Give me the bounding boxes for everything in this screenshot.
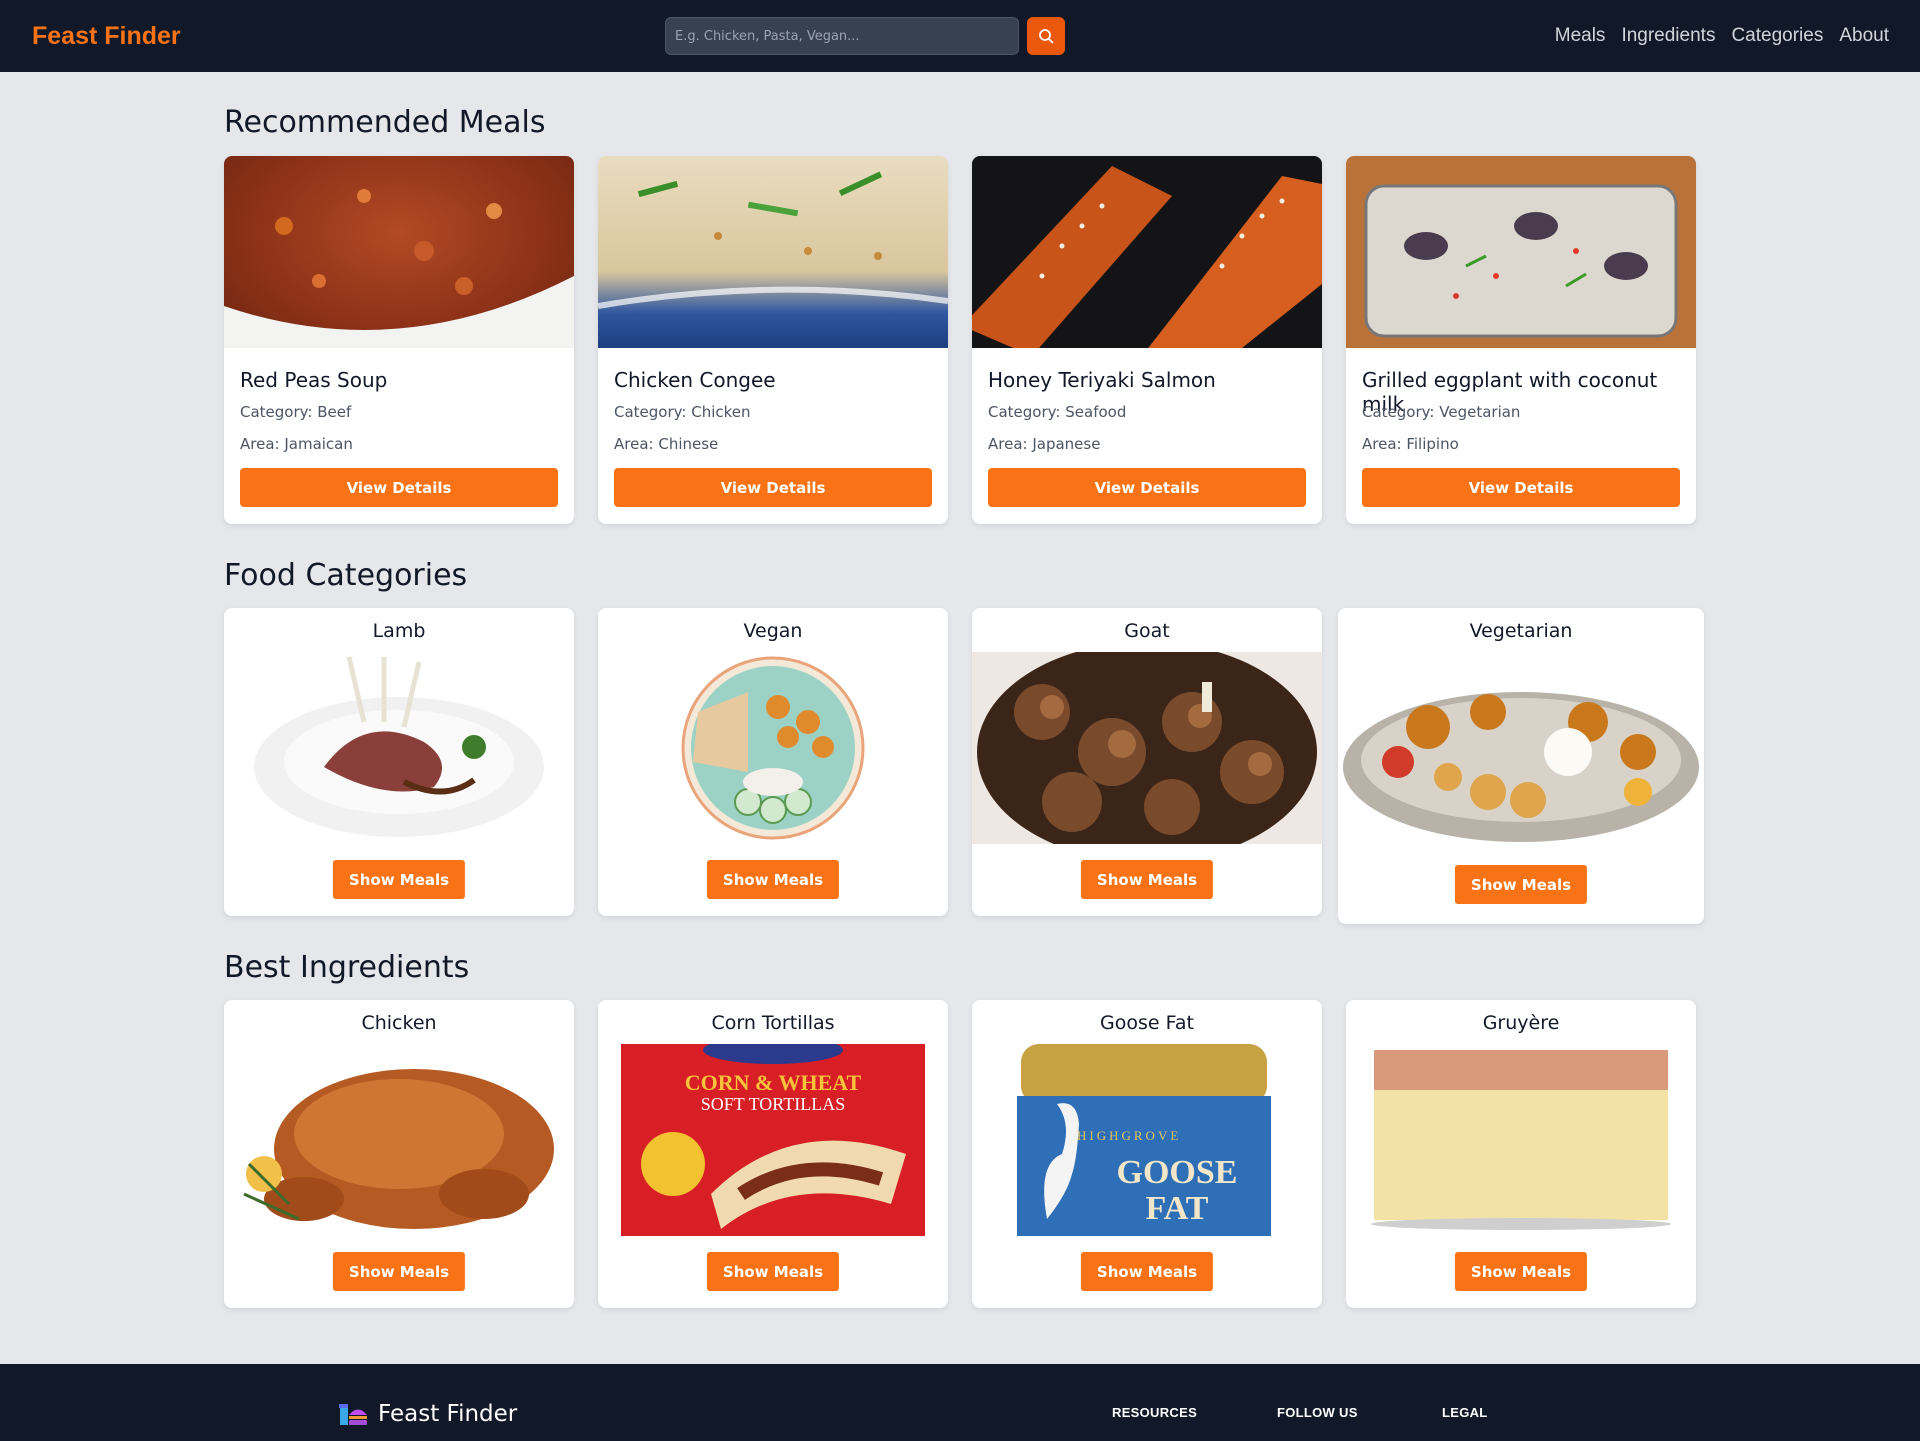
ingredient-image — [1346, 1044, 1696, 1236]
show-meals-button[interactable]: Show Meals — [1080, 1252, 1214, 1291]
meal-category: Category: Vegetarian — [1362, 403, 1521, 421]
ingredient-name: Goose Fat — [1100, 1012, 1194, 1034]
tortilla-title: CORN & WHEAT — [684, 1070, 862, 1095]
show-meals-button[interactable]: Show Meals — [706, 860, 840, 899]
meal-card: Chicken Congee Category: Chicken Area: C… — [598, 156, 948, 524]
nav-link-meals[interactable]: Meals — [1555, 25, 1606, 47]
ingredient-name: Corn Tortillas — [711, 1012, 835, 1034]
meal-area: Area: Japanese — [988, 435, 1101, 453]
meal-name: Red Peas Soup — [240, 368, 388, 392]
brand-logo[interactable]: Feast Finder — [32, 22, 181, 51]
meal-category: Category: Beef — [240, 403, 352, 421]
meal-area: Area: Chinese — [614, 435, 719, 453]
meal-category: Category: Chicken — [614, 403, 751, 421]
meal-card: Honey Teriyaki Salmon Category: Seafood … — [972, 156, 1322, 524]
meal-area: Area: Jamaican — [240, 435, 353, 453]
footer-brand[interactable]: Feast Finder — [336, 1400, 517, 1428]
show-meals-button[interactable]: Show Meals — [706, 1252, 840, 1291]
show-meals-button[interactable]: Show Meals — [1080, 860, 1214, 899]
ingredient-card: Corn Tortillas CORN & WHEAT SOFT TORTILL… — [598, 1000, 948, 1308]
footer-heading-resources: RESOURCES — [1112, 1405, 1198, 1420]
footer-heading-follow-us: FOLLOW US — [1277, 1405, 1358, 1420]
meal-name: Chicken Congee — [614, 368, 776, 392]
meal-card: Grilled eggplant with coconut milk Categ… — [1346, 156, 1696, 524]
ingredient-card: Goose Fat HIGHGROVE GOOSE FAT Show Meals — [972, 1000, 1322, 1308]
meal-name: Honey Teriyaki Salmon — [988, 368, 1216, 392]
meal-image — [972, 156, 1322, 348]
nav-link-about[interactable]: About — [1839, 25, 1889, 47]
show-meals-button[interactable]: Show Meals — [1454, 1252, 1588, 1291]
tortilla-subtitle: SOFT TORTILLAS — [700, 1094, 846, 1114]
footer: Feast Finder RESOURCES FOLLOW US LEGAL — [0, 1364, 1920, 1441]
goose-fat-title-2: FAT — [1145, 1190, 1209, 1227]
meal-image — [1346, 156, 1696, 348]
search-icon — [1039, 29, 1054, 44]
category-name: Goat — [1124, 620, 1170, 642]
nav-link-ingredients[interactable]: Ingredients — [1621, 25, 1715, 47]
footer-brand-text: Feast Finder — [378, 1401, 518, 1427]
top-navbar: Feast Finder Meals Ingredients Categorie… — [0, 0, 1920, 72]
ingredient-image: HIGHGROVE GOOSE FAT — [972, 1044, 1322, 1236]
meal-card: Red Peas Soup Category: Beef Area: Jamai… — [224, 156, 574, 524]
search-input[interactable] — [665, 17, 1019, 55]
category-image — [1338, 652, 1704, 852]
category-card-hovered: Vegetarian Show Meals — [1338, 608, 1704, 924]
category-image — [598, 652, 948, 844]
category-name: Vegan — [743, 620, 803, 642]
category-image — [972, 652, 1322, 844]
goose-fat-jar: HIGHGROVE GOOSE FAT — [1017, 1044, 1271, 1236]
show-meals-button[interactable]: Show Meals — [332, 1252, 466, 1291]
nav-link-categories[interactable]: Categories — [1731, 25, 1823, 47]
ingredient-card: Chicken Show Meals — [224, 1000, 574, 1308]
view-details-button[interactable]: View Details — [988, 468, 1306, 507]
category-image — [224, 652, 574, 844]
meal-image — [598, 156, 948, 348]
best-ingredients-heading: Best Ingredients — [224, 950, 470, 985]
category-card: Goat Show Meals — [972, 608, 1322, 916]
ingredient-card: Gruyère Show Meals — [1346, 1000, 1696, 1308]
meal-image — [224, 156, 574, 348]
tortilla-package: CORN & WHEAT SOFT TORTILLAS — [621, 1044, 925, 1236]
view-details-button[interactable]: View Details — [614, 468, 932, 507]
ingredient-name: Gruyère — [1482, 1012, 1560, 1034]
ingredient-name: Chicken — [361, 1012, 437, 1034]
food-categories-heading: Food Categories — [224, 558, 468, 593]
category-name: Lamb — [372, 620, 426, 642]
view-details-button[interactable]: View Details — [1362, 468, 1680, 507]
goose-fat-brand: HIGHGROVE — [1077, 1128, 1182, 1143]
category-card: Lamb Show Meals — [224, 608, 574, 916]
view-details-button[interactable]: View Details — [240, 468, 558, 507]
category-name: Vegetarian — [1469, 620, 1573, 642]
recommended-meals-heading: Recommended Meals — [224, 105, 546, 140]
ingredient-image — [224, 1044, 574, 1236]
category-card: Vegan Show Meals — [598, 608, 948, 916]
meal-area: Area: Filipino — [1362, 435, 1459, 453]
show-meals-button[interactable]: Show Meals — [332, 860, 466, 899]
search-button[interactable] — [1027, 17, 1065, 55]
footer-heading-legal: LEGAL — [1442, 1405, 1488, 1420]
meal-category: Category: Seafood — [988, 403, 1127, 421]
goose-fat-title-1: GOOSE — [1116, 1154, 1238, 1191]
nav-links: Meals Ingredients Categories About — [1555, 25, 1889, 47]
ingredient-image: CORN & WHEAT SOFT TORTILLAS — [598, 1044, 948, 1236]
burger-logo-icon — [339, 1404, 367, 1425]
show-meals-button[interactable]: Show Meals — [1454, 865, 1588, 904]
